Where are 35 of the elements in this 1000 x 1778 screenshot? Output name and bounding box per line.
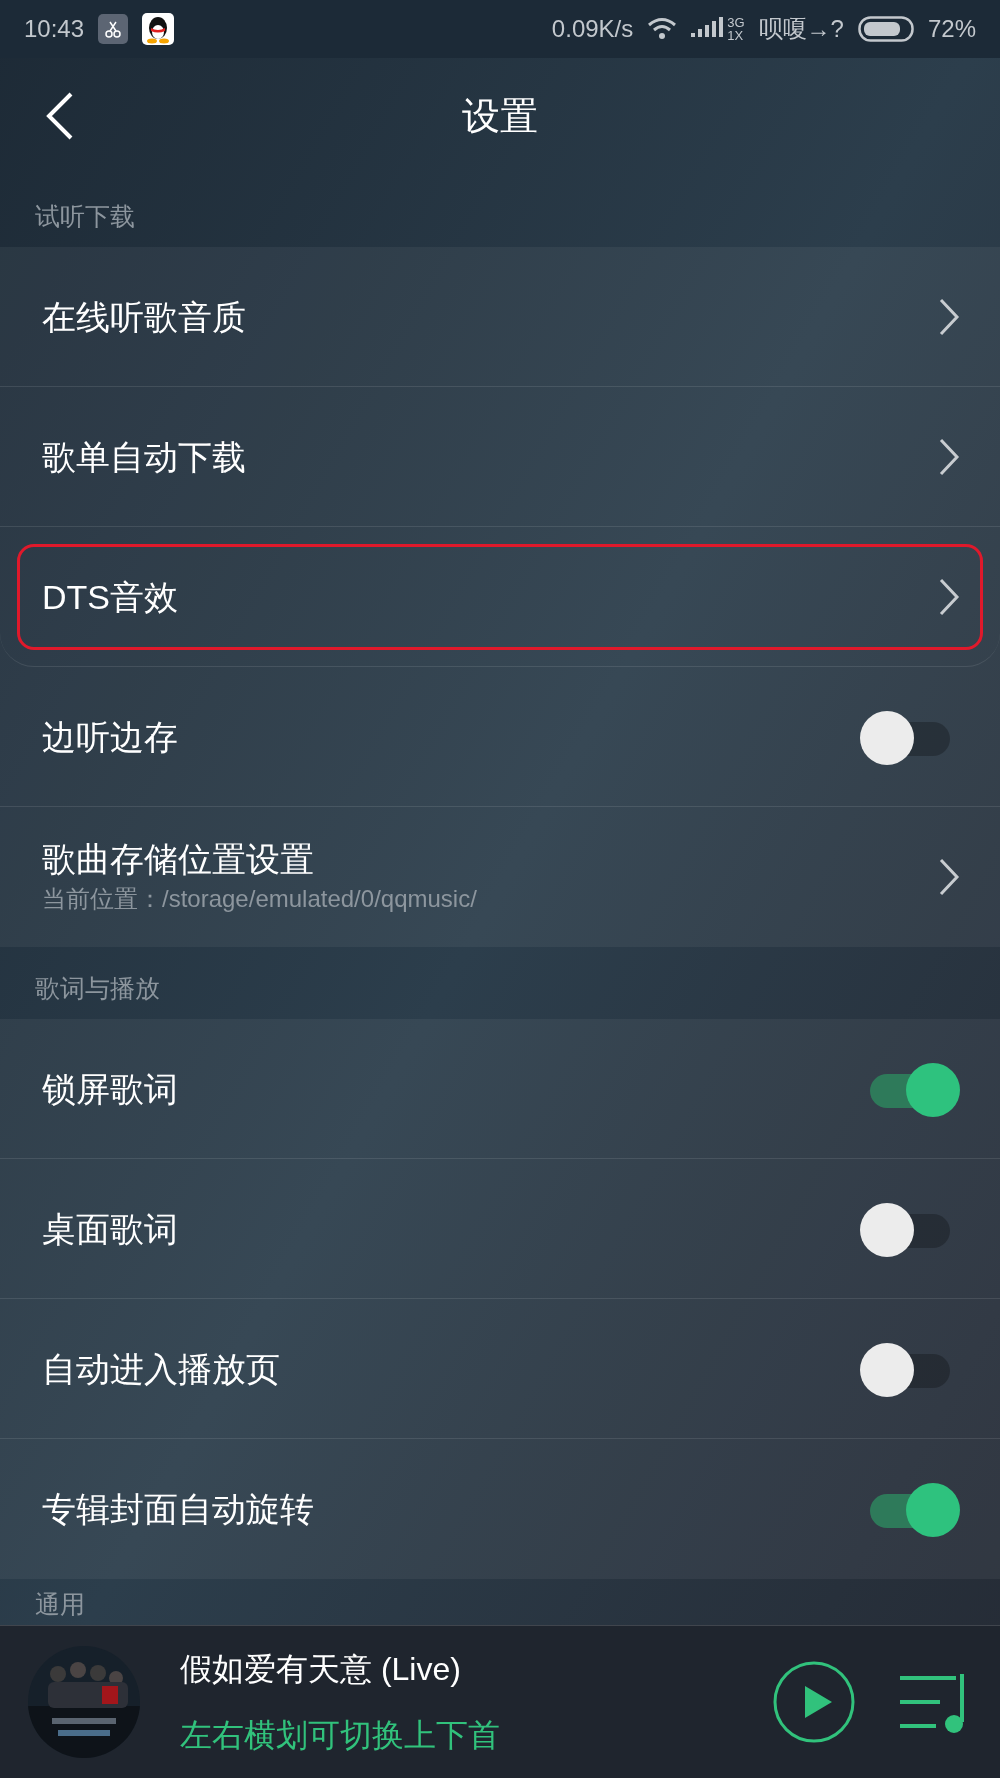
scissors-icon	[98, 14, 129, 44]
network-type: 3G	[727, 16, 745, 29]
section-header: 通用	[35, 1588, 85, 1620]
section-header: 歌词与播放	[35, 972, 160, 1004]
setting-label: 边听边存	[42, 716, 179, 758]
setting-label: 歌单自动下载	[42, 436, 247, 478]
network-subtype: 1X	[727, 29, 745, 42]
chevron-icon	[938, 576, 960, 617]
song-title: 假如爱有天意 (Live)	[180, 1650, 462, 1689]
battery-icon	[857, 16, 914, 42]
settings-row[interactable]: 歌曲存储位置设置 当前位置：/storage/emulated/0/qqmusic/	[0, 807, 1000, 947]
setting-label: 桌面歌词	[42, 1208, 179, 1250]
swipe-hint: 左右横划可切换上下首	[180, 1716, 501, 1755]
chevron-icon	[938, 436, 960, 477]
setting-label: 锁屏歌词	[42, 1068, 179, 1110]
battery-level: 72%	[927, 14, 976, 44]
chevron-icon	[938, 296, 960, 337]
settings-row[interactable]: 歌单自动下载	[0, 387, 1000, 527]
settings-row[interactable]: 在线听歌音质	[0, 247, 1000, 387]
section-header: 试听下载	[35, 200, 135, 232]
status-time: 10:43	[24, 14, 85, 44]
setting-label: 自动进入播放页	[42, 1348, 281, 1390]
setting-label: 在线听歌音质	[42, 296, 247, 338]
setting-subtitle: 当前位置：/storage/emulated/0/qqmusic/	[42, 884, 478, 914]
wifi-icon	[647, 17, 678, 41]
chevron-icon	[938, 857, 960, 897]
setting-label: 歌曲存储位置设置	[42, 839, 315, 880]
network-speed: 0.09K/s	[551, 14, 634, 44]
penguin-icon	[142, 13, 175, 45]
play-button[interactable]	[772, 1660, 856, 1744]
setting-label: 专辑封面自动旋转	[42, 1489, 315, 1530]
carrier-name: 呗嗄→?	[758, 14, 844, 44]
setting-label: DTS音效	[42, 576, 179, 618]
settings-row[interactable]: DTS音效	[0, 527, 1000, 667]
page-title: 设置	[462, 94, 538, 139]
